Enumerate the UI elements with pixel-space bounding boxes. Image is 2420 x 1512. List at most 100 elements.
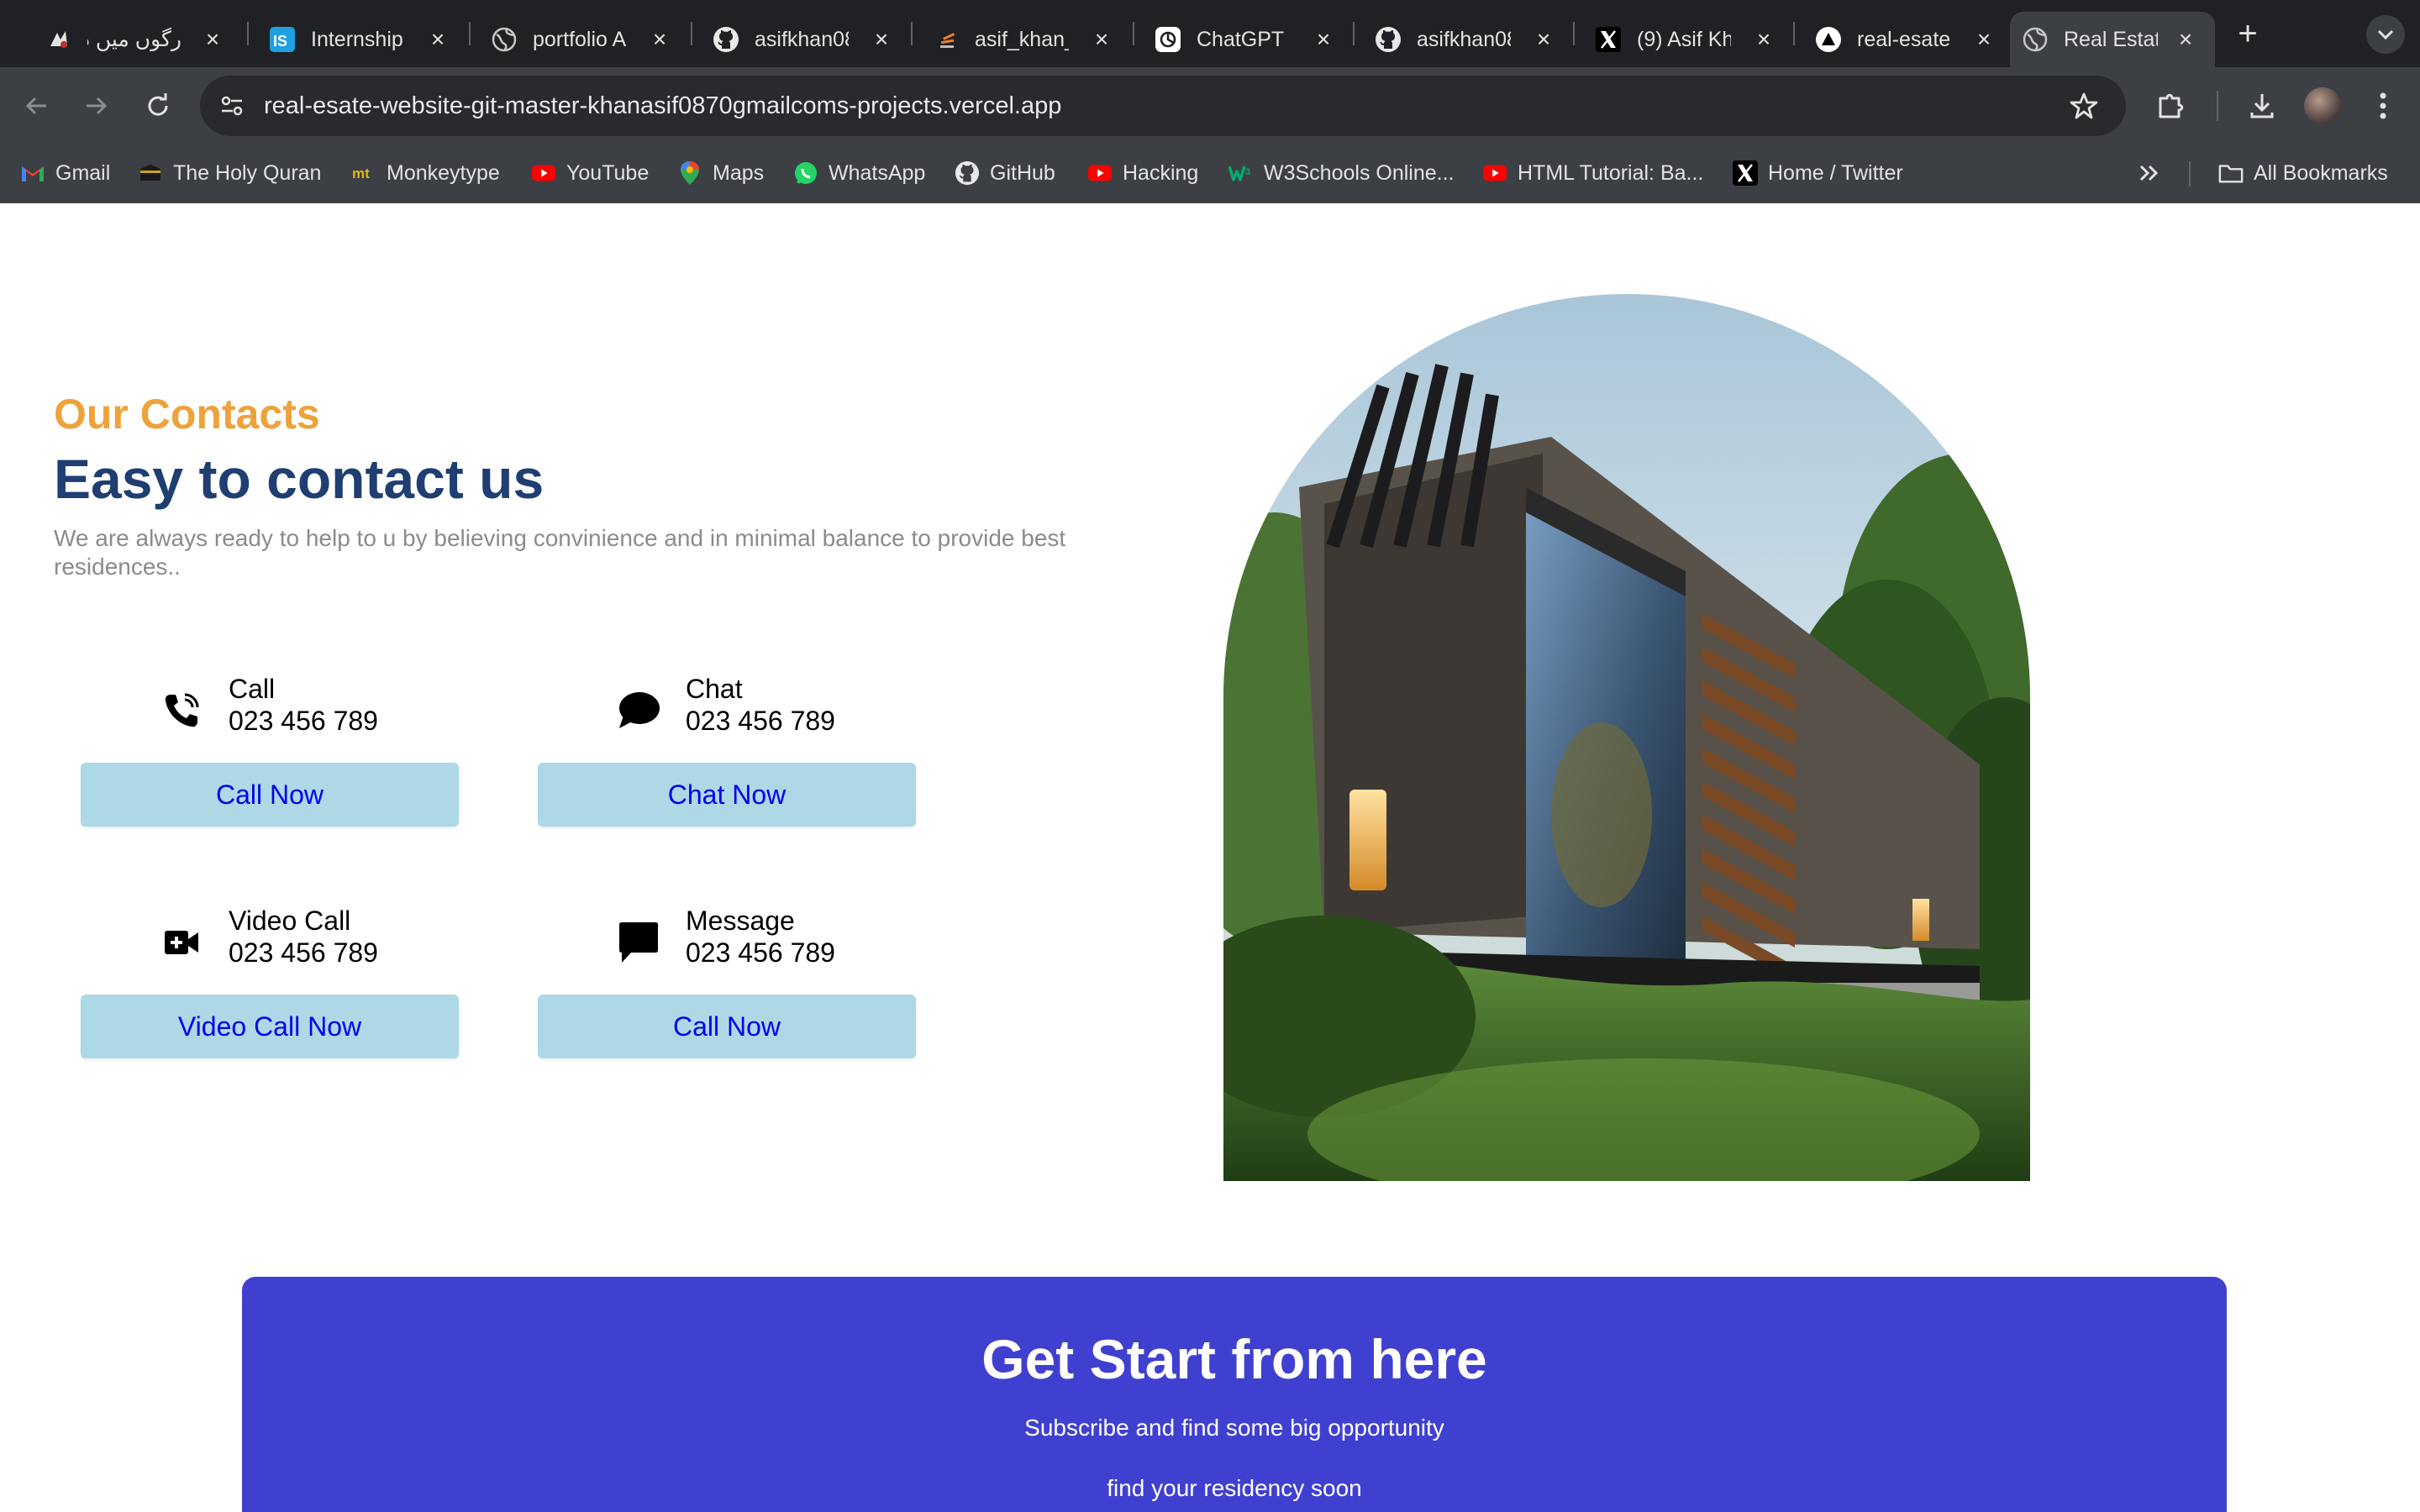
all-bookmarks-button[interactable]: All Bookmarks: [2218, 153, 2388, 193]
site-settings-icon[interactable]: [215, 89, 249, 123]
tab-title: ChatGPT: [1197, 27, 1285, 51]
tab-title: portfolio A: [533, 27, 627, 51]
bookmark-label: HTML Tutorial: Ba...: [1518, 160, 1704, 185]
extensions-button[interactable]: [2151, 86, 2191, 126]
card-number: 023 456 789: [229, 937, 378, 968]
tab-title: asifkhan08: [1417, 27, 1511, 51]
monkeytype-icon: mt: [351, 160, 376, 186]
video-call-icon: [158, 919, 205, 966]
stack-icon: [933, 26, 960, 53]
gmail-icon: [20, 160, 45, 186]
message-call-now-button[interactable]: Call Now: [538, 995, 916, 1058]
bookmark-gmail[interactable]: Gmail: [20, 153, 110, 193]
tab-title: asifkhan08: [755, 27, 849, 51]
address-bar[interactable]: real-esate-website-git-master-khanasif08…: [200, 76, 2126, 136]
new-tab-button[interactable]: +: [2230, 17, 2265, 52]
whatsapp-icon: [793, 160, 818, 186]
video-call-now-button[interactable]: Video Call Now: [81, 995, 459, 1058]
profile-avatar[interactable]: [2304, 87, 2341, 124]
tab-title: Internship: [311, 27, 403, 51]
menu-button[interactable]: [2363, 86, 2403, 126]
close-icon[interactable]: ×: [1089, 27, 1114, 52]
w3schools-icon: 3: [1228, 160, 1254, 186]
globe-icon: [491, 26, 518, 53]
close-icon[interactable]: ×: [1311, 27, 1336, 52]
tab-9[interactable]: real-esate ×: [1793, 12, 2013, 67]
chat-bubble-icon: [615, 687, 662, 734]
bookmark-label: GitHub: [990, 160, 1055, 185]
bookmark-w3schools[interactable]: 3 W3Schools Online...: [1228, 153, 1455, 193]
puzzle-icon: [2159, 93, 2184, 118]
tab-2[interactable]: IS Internship ×: [247, 12, 467, 67]
call-now-button[interactable]: Call Now: [81, 763, 459, 827]
tab-3[interactable]: portfolio A ×: [469, 12, 689, 67]
bookmark-label: The Holy Quran: [173, 160, 322, 185]
youtube-icon: [1087, 160, 1113, 186]
chevron-down-icon: [2377, 29, 2394, 40]
close-icon[interactable]: ×: [869, 27, 894, 52]
back-button[interactable]: [17, 86, 57, 126]
svg-text:3: 3: [1245, 167, 1250, 177]
card-number: 023 456 789: [686, 937, 835, 968]
bookmark-label: Hacking: [1123, 160, 1199, 185]
folder-icon: [2218, 160, 2244, 186]
tab-title: real-esate: [1857, 27, 1951, 51]
tab-title: Real Estat: [2064, 27, 2158, 51]
tab-title: (9) Asif Kh: [1637, 27, 1731, 51]
card-label: Message: [686, 906, 795, 936]
tab-4[interactable]: asifkhan08 ×: [691, 12, 911, 67]
download-icon: [2250, 94, 2274, 118]
tab-6[interactable]: ChatGPT ×: [1133, 12, 1353, 67]
chat-now-button[interactable]: Chat Now: [538, 763, 916, 827]
contact-card-video-call: Video Call 023 456 789 Video Call Now: [81, 906, 459, 1065]
close-icon[interactable]: ×: [425, 27, 450, 52]
bookmark-whatsapp[interactable]: WhatsApp: [793, 153, 925, 193]
card-label: Call: [229, 674, 276, 704]
banner-subtitle: Subscribe and find some big opportunity: [1024, 1415, 1444, 1441]
tab-active[interactable]: Real Estat ×: [2010, 12, 2215, 67]
bookmark-twitter[interactable]: Home / Twitter: [1733, 153, 1903, 193]
youtube-icon: [1482, 160, 1507, 186]
tab-strip: رگوں میں دو × IS Internship × portfolio …: [0, 0, 2420, 67]
downloads-button[interactable]: [2242, 86, 2282, 126]
reload-icon: [148, 93, 168, 116]
close-icon[interactable]: ×: [200, 27, 225, 52]
bookmark-github[interactable]: GitHub: [955, 153, 1055, 193]
contact-card-call: Call 023 456 789 Call Now: [81, 674, 459, 833]
url-text[interactable]: real-esate-website-git-master-khanasif08…: [264, 92, 1061, 120]
tab-7[interactable]: asifkhan08 ×: [1353, 12, 1573, 67]
toolbar-separator: [2217, 91, 2218, 121]
bookmark-html-tutorial[interactable]: HTML Tutorial: Ba...: [1482, 153, 1703, 193]
close-icon[interactable]: ×: [647, 27, 672, 52]
internshala-icon: IS: [269, 26, 296, 53]
contact-image: [1223, 294, 2030, 1181]
bookmark-maps[interactable]: Maps: [677, 153, 764, 193]
bookmark-hacking[interactable]: Hacking: [1087, 153, 1198, 193]
card-label: Video Call: [229, 906, 351, 936]
tab-5[interactable]: asif_khan_ ×: [911, 12, 1131, 67]
tab-1[interactable]: رگوں میں دو ×: [25, 12, 242, 67]
bookmark-star-icon[interactable]: [2065, 87, 2102, 124]
banner-title: Get Start from here: [981, 1328, 1487, 1390]
section-headline: Easy to contact us: [54, 448, 544, 510]
close-icon[interactable]: ×: [2173, 27, 2198, 52]
tab-8[interactable]: (9) Asif Kh ×: [1573, 12, 1793, 67]
arrow-left-icon: [25, 97, 46, 115]
chatgpt-icon: [1155, 26, 1181, 53]
github-icon: [955, 160, 980, 186]
double-chevron-right-icon: [2139, 165, 2159, 181]
x-icon: [1733, 160, 1758, 186]
bookmark-monkeytype[interactable]: mt Monkeytype: [351, 153, 500, 193]
reload-button[interactable]: [138, 86, 178, 126]
bookmark-holy-quran[interactable]: The Holy Quran: [138, 153, 321, 193]
close-icon[interactable]: ×: [1531, 27, 1556, 52]
forward-button[interactable]: [76, 86, 116, 126]
bookmark-youtube[interactable]: YouTube: [531, 153, 649, 193]
close-icon[interactable]: ×: [1971, 27, 1996, 52]
tab-search-button[interactable]: [2366, 15, 2405, 54]
bookmark-label: Maps: [713, 160, 765, 185]
bookmarks-overflow-button[interactable]: [2138, 153, 2161, 193]
close-icon[interactable]: ×: [1751, 27, 1776, 52]
x-icon: [1595, 26, 1622, 53]
page-content: Our Contacts Easy to contact us We are a…: [0, 203, 2420, 1512]
